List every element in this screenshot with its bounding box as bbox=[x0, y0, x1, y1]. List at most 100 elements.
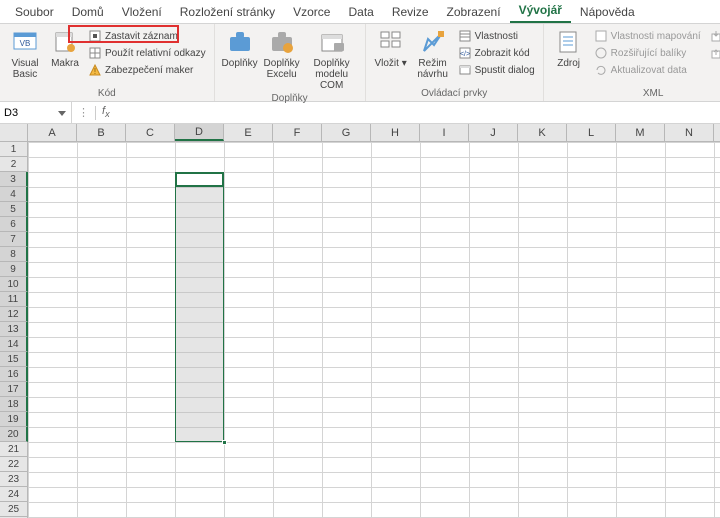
row-header-21[interactable]: 21 bbox=[0, 442, 27, 457]
doplnky-button[interactable]: Doplňky bbox=[220, 26, 260, 91]
col-header-H[interactable]: H bbox=[371, 124, 420, 141]
svg-text:!: ! bbox=[94, 67, 96, 76]
vlozit-button[interactable]: Vložit ▾ bbox=[371, 26, 411, 86]
zdroj-button[interactable]: Zdroj bbox=[549, 26, 589, 86]
makra-label: Makra bbox=[51, 58, 79, 69]
ribbon: VB VisualBasic Makra Zastavit záznam Pou… bbox=[0, 24, 720, 102]
formula-bar-row: ⋮ fx bbox=[0, 102, 720, 124]
export-button[interactable]: Export bbox=[706, 45, 720, 61]
zdroj-label: Zdroj bbox=[557, 58, 580, 69]
col-header-L[interactable]: L bbox=[567, 124, 616, 141]
expansion-icon bbox=[594, 46, 608, 60]
gridlines bbox=[28, 142, 720, 518]
col-header-I[interactable]: I bbox=[420, 124, 469, 141]
vlastnosti-mapovani-button[interactable]: Vlastnosti mapování bbox=[591, 28, 704, 44]
col-header-J[interactable]: J bbox=[469, 124, 518, 141]
menu-tabs: SouborDomůVloženíRozložení stránkyVzorce… bbox=[0, 0, 720, 24]
col-header-M[interactable]: M bbox=[616, 124, 665, 141]
zabezpeceni-maker-button[interactable]: ! Zabezpečení maker bbox=[85, 62, 209, 78]
tab-vývojář[interactable]: Vývojář bbox=[510, 0, 571, 23]
row-header-20[interactable]: 20 bbox=[0, 427, 28, 442]
row-header-12[interactable]: 12 bbox=[0, 307, 28, 322]
vlastnosti-button[interactable]: Vlastnosti bbox=[455, 28, 538, 44]
cells-area[interactable] bbox=[28, 142, 720, 518]
warning-icon: ! bbox=[88, 63, 102, 77]
spustit-dialog-button[interactable]: Spustit dialog bbox=[455, 62, 538, 78]
rozsirujici-baliky-button[interactable]: Rozšiřující balíky bbox=[591, 45, 704, 61]
row-header-10[interactable]: 10 bbox=[0, 277, 28, 292]
tab-soubor[interactable]: Soubor bbox=[6, 1, 63, 23]
col-header-E[interactable]: E bbox=[224, 124, 273, 141]
import-button[interactable]: Import bbox=[706, 28, 720, 44]
row-header-24[interactable]: 24 bbox=[0, 487, 27, 502]
tab-zobrazení[interactable]: Zobrazení bbox=[438, 1, 510, 23]
group-kod-label: Kód bbox=[5, 86, 209, 101]
row-header-15[interactable]: 15 bbox=[0, 352, 28, 367]
zobrazit-kod-label: Zobrazit kód bbox=[475, 48, 530, 59]
row-header-1[interactable]: 1 bbox=[0, 142, 27, 157]
group-xml: Zdroj Vlastnosti mapování Rozšiřující ba… bbox=[544, 24, 720, 101]
tab-rozložení stránky[interactable]: Rozložení stránky bbox=[171, 1, 284, 23]
formula-bar[interactable]: ⋮ fx bbox=[72, 102, 720, 123]
tab-data[interactable]: Data bbox=[339, 1, 382, 23]
group-doplnky: Doplňky DoplňkyExcelu Doplňkymodelu COM … bbox=[215, 24, 366, 101]
select-all-corner[interactable] bbox=[0, 124, 28, 141]
zobrazit-kod-button[interactable]: </> Zobrazit kód bbox=[455, 45, 538, 61]
tab-domů[interactable]: Domů bbox=[63, 1, 113, 23]
visual-basic-button[interactable]: VB VisualBasic bbox=[5, 26, 45, 86]
row-header-5[interactable]: 5 bbox=[0, 202, 28, 217]
row-header-9[interactable]: 9 bbox=[0, 262, 28, 277]
fx-icon[interactable]: fx bbox=[102, 105, 110, 119]
col-header-D[interactable]: D bbox=[175, 124, 224, 141]
worksheet-grid[interactable]: 1234567891011121314151617181920212223242… bbox=[0, 142, 720, 518]
col-header-G[interactable]: G bbox=[322, 124, 371, 141]
excel-addin-icon bbox=[268, 28, 296, 56]
tab-nápověda[interactable]: Nápověda bbox=[571, 1, 644, 23]
row-header-19[interactable]: 19 bbox=[0, 412, 28, 427]
doplnky-excelu-button[interactable]: DoplňkyExcelu bbox=[262, 26, 302, 91]
rezim-navrhu-button[interactable]: Režimnávrhu bbox=[413, 26, 453, 86]
row-header-16[interactable]: 16 bbox=[0, 367, 28, 382]
col-header-N[interactable]: N bbox=[665, 124, 714, 141]
row-header-25[interactable]: 25 bbox=[0, 502, 27, 517]
row-header-13[interactable]: 13 bbox=[0, 322, 28, 337]
row-header-11[interactable]: 11 bbox=[0, 292, 28, 307]
relativni-odkazy-button[interactable]: Použít relativní odkazy bbox=[85, 45, 209, 61]
addin-icon bbox=[226, 28, 254, 56]
row-header-4[interactable]: 4 bbox=[0, 187, 28, 202]
zastavit-zaznam-button[interactable]: Zastavit záznam bbox=[85, 28, 209, 44]
row-header-2[interactable]: 2 bbox=[0, 157, 27, 172]
row-header-6[interactable]: 6 bbox=[0, 217, 28, 232]
row-header-3[interactable]: 3 bbox=[0, 172, 28, 187]
row-header-17[interactable]: 17 bbox=[0, 382, 28, 397]
makra-button[interactable]: Makra bbox=[47, 26, 83, 86]
group-kod: VB VisualBasic Makra Zastavit záznam Pou… bbox=[0, 24, 215, 101]
row-header-23[interactable]: 23 bbox=[0, 472, 27, 487]
row-header-18[interactable]: 18 bbox=[0, 397, 28, 412]
tab-vložení[interactable]: Vložení bbox=[113, 1, 171, 23]
col-header-B[interactable]: B bbox=[77, 124, 126, 141]
tab-vzorce[interactable]: Vzorce bbox=[284, 1, 339, 23]
doplnky-label: Doplňky bbox=[222, 58, 258, 69]
row-header-7[interactable]: 7 bbox=[0, 232, 28, 247]
row-header-22[interactable]: 22 bbox=[0, 457, 27, 472]
stop-icon bbox=[88, 29, 102, 43]
source-icon bbox=[555, 28, 583, 56]
row-header-8[interactable]: 8 bbox=[0, 247, 28, 262]
fill-handle[interactable] bbox=[222, 440, 227, 445]
col-header-F[interactable]: F bbox=[273, 124, 322, 141]
tab-revize[interactable]: Revize bbox=[383, 1, 438, 23]
grid-icon bbox=[88, 46, 102, 60]
col-header-K[interactable]: K bbox=[518, 124, 567, 141]
name-box-input[interactable] bbox=[4, 107, 48, 119]
zastavit-label: Zastavit záznam bbox=[105, 31, 178, 42]
row-header-14[interactable]: 14 bbox=[0, 337, 28, 352]
col-header-A[interactable]: A bbox=[28, 124, 77, 141]
doplnky-com-button[interactable]: Doplňkymodelu COM bbox=[304, 26, 360, 91]
active-cell[interactable] bbox=[175, 172, 224, 187]
col-header-C[interactable]: C bbox=[126, 124, 175, 141]
rezim-label: Režimnávrhu bbox=[417, 58, 448, 80]
name-box-dropdown-icon[interactable] bbox=[57, 108, 67, 118]
name-box[interactable] bbox=[0, 102, 72, 123]
aktualizovat-data-button[interactable]: Aktualizovat data bbox=[591, 62, 704, 78]
